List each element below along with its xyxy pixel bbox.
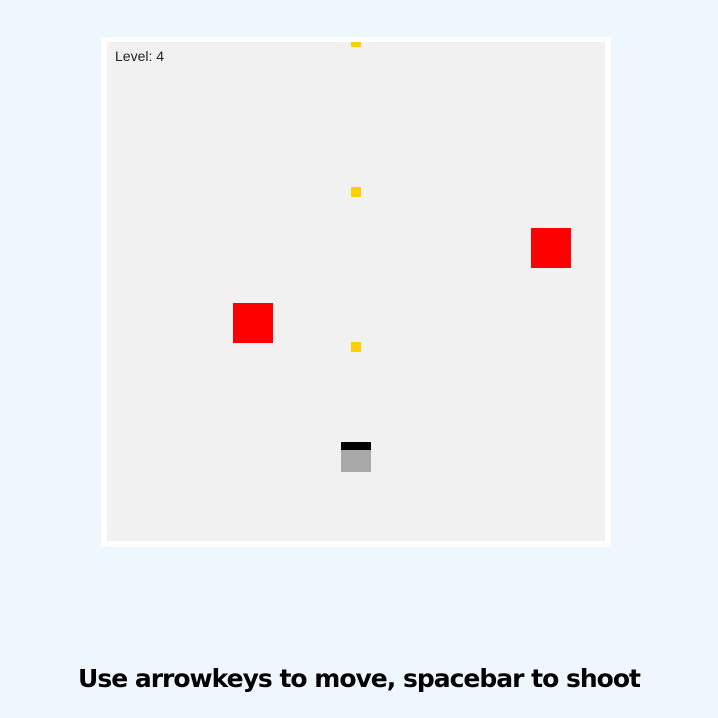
enemy-square [531, 228, 571, 268]
bullet [351, 187, 361, 197]
level-label: Level: 4 [115, 48, 165, 64]
player-cannon [341, 442, 371, 450]
player-body [341, 450, 371, 472]
player-ship[interactable] [341, 442, 371, 472]
enemy-square [233, 303, 273, 343]
game-canvas[interactable]: Level: 4 [107, 42, 605, 541]
game-frame: Level: 4 [101, 37, 611, 547]
instructions-text: Use arrowkeys to move, spacebar to shoot [78, 664, 641, 693]
bullet [351, 342, 361, 352]
bullet [351, 42, 361, 47]
